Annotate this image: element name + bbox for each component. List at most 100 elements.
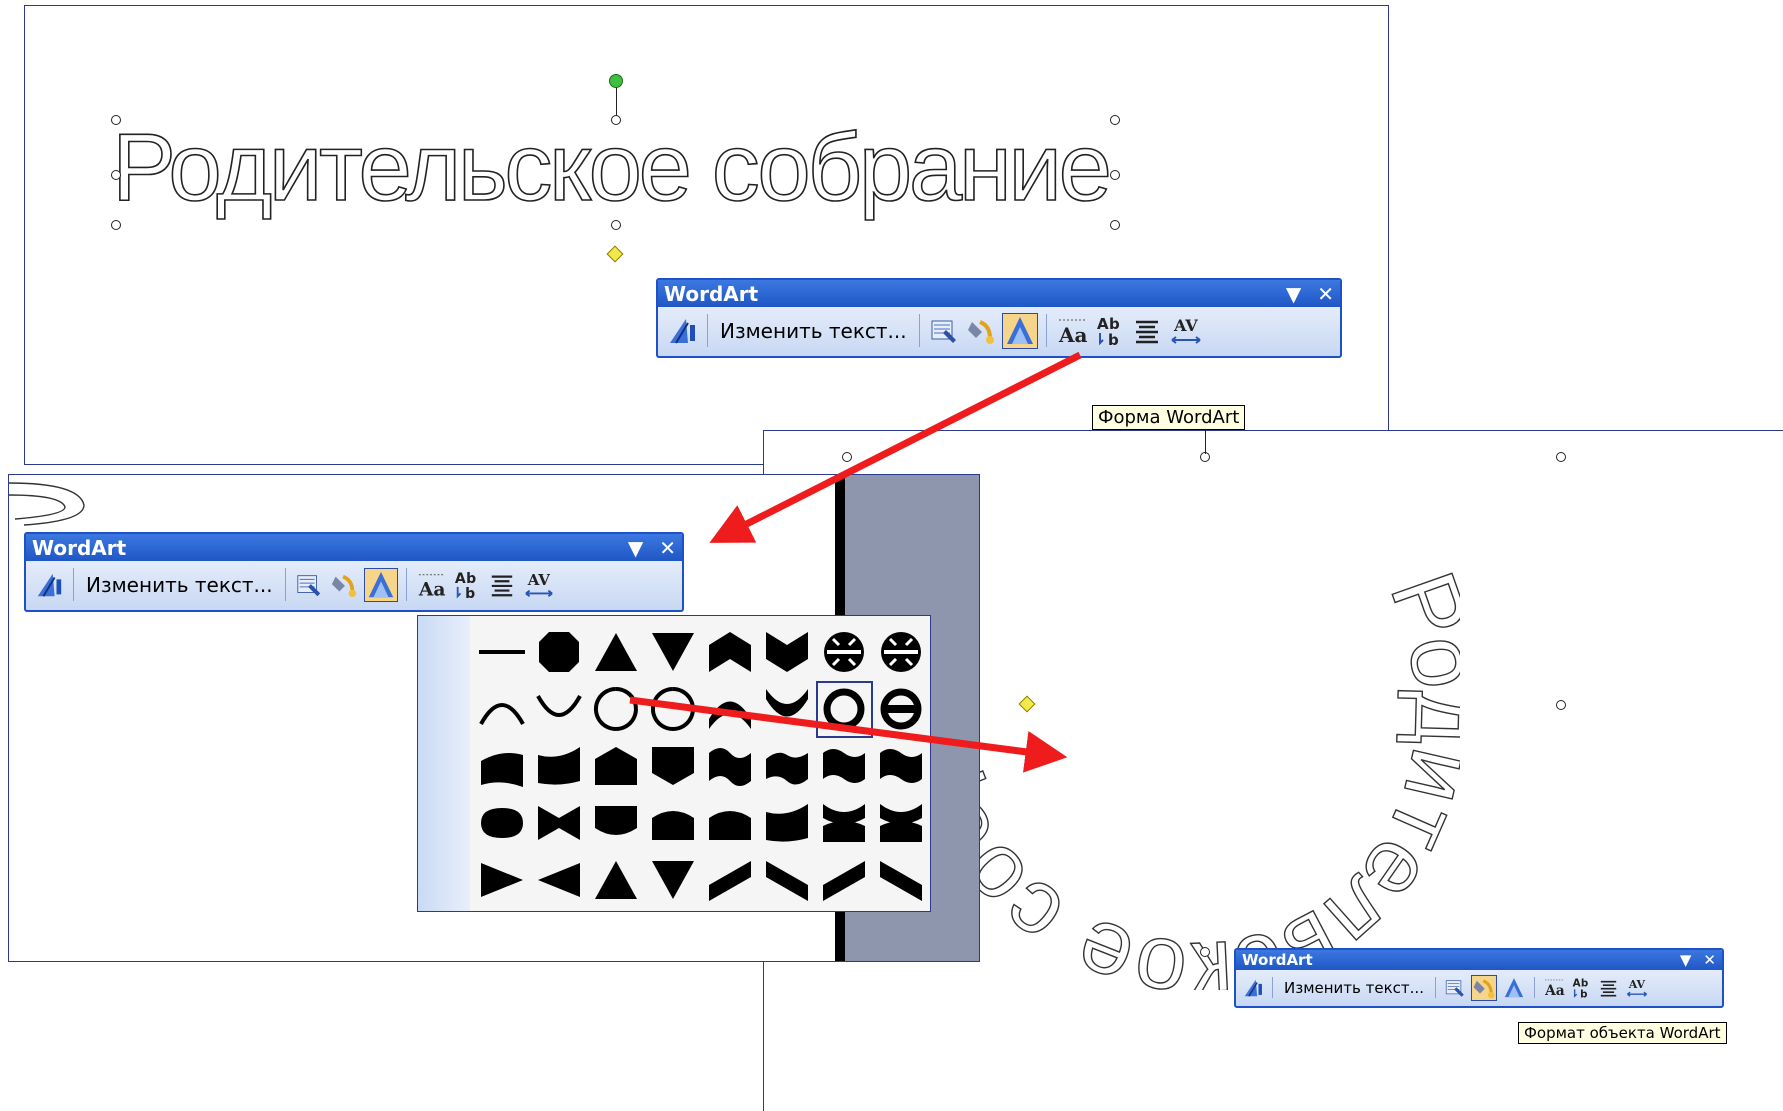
svg-text:b: b	[466, 571, 476, 587]
gallery-icon[interactable]	[929, 316, 959, 346]
gallery-shape-triUp[interactable]	[595, 861, 637, 899]
gallery-shape-ring[interactable]	[594, 687, 638, 731]
gallery-shape-waveB[interactable]	[766, 752, 808, 785]
toolbar-title: WordArt	[1242, 951, 1313, 969]
gallery-shape-archDn[interactable]	[766, 689, 808, 717]
toolbar-separator	[1045, 314, 1047, 347]
selection-handle[interactable]	[611, 220, 621, 230]
selection-handle[interactable]	[1110, 170, 1120, 180]
wordart-toolbar-top[interactable]: WordArt ▼ ✕ Изменить текст... Aa Abb AV	[656, 278, 1342, 358]
format-icon[interactable]	[966, 316, 996, 346]
same-height-icon[interactable]: Aa	[416, 571, 446, 599]
gallery-shape-doubleW[interactable]	[823, 749, 865, 783]
wordart-plain-text[interactable]: Родительское собрание	[100, 112, 1130, 222]
gallery-shape-triDn[interactable]	[652, 861, 694, 899]
close-icon[interactable]: ✕	[1317, 282, 1334, 306]
vertical-text-icon[interactable]: Abb	[453, 570, 481, 600]
gallery-icon[interactable]	[1444, 977, 1466, 999]
toolbar-buttons: Изменить текст... Aa Abb AV	[1236, 970, 1722, 1005]
gallery-shape-thickRing[interactable]	[823, 688, 865, 730]
gallery-shape-slopeDn[interactable]	[766, 861, 808, 901]
dropdown-icon[interactable]: ▼	[1286, 282, 1301, 306]
wordart-toolbar-left[interactable]: WordArt ▼ ✕ Изменить текст... Aa Abb AV	[24, 532, 684, 612]
gallery-shape-slopeUp[interactable]	[823, 861, 865, 901]
svg-text:Aa: Aa	[1544, 983, 1565, 998]
gallery-shape-slantUp[interactable]	[481, 753, 523, 787]
wordart-toolbar-bottom[interactable]: WordArt ▼ ✕ Изменить текст... Aa Abb AV	[1234, 948, 1724, 1008]
spacing-icon[interactable]: AV	[1625, 977, 1649, 999]
shape-icon[interactable]	[1001, 312, 1038, 349]
edit-text-button[interactable]: Изменить текст...	[1281, 979, 1427, 997]
gallery-shape-ringBtn[interactable]	[824, 632, 864, 672]
gallery-shape-trapUp[interactable]	[595, 747, 637, 785]
gallery-shape-chevUp[interactable]	[709, 632, 751, 672]
toolbar-separator	[1434, 977, 1436, 998]
gallery-shape-ring[interactable]	[651, 687, 695, 731]
spacing-icon[interactable]: AV	[1169, 315, 1203, 347]
selection-handle[interactable]	[111, 115, 121, 125]
selection-handle[interactable]	[1110, 115, 1120, 125]
format-icon[interactable]	[1470, 974, 1497, 1001]
format-icon[interactable]	[330, 571, 358, 599]
gallery-shape-waveA[interactable]	[709, 748, 751, 786]
dropdown-icon[interactable]: ▼	[1680, 951, 1692, 969]
selection-handle[interactable]	[111, 220, 121, 230]
edit-text-button[interactable]: Изменить текст...	[717, 319, 910, 343]
toolbar-title: WordArt	[664, 281, 759, 306]
wordart-insert-icon[interactable]	[1242, 977, 1264, 999]
gallery-shape-waveStack[interactable]	[823, 804, 865, 842]
selection-handle[interactable]	[111, 170, 121, 180]
dropdown-icon[interactable]: ▼	[628, 536, 643, 560]
gallery-shape-ellipse[interactable]	[481, 808, 523, 838]
selection-handle[interactable]	[1556, 700, 1566, 710]
selection-handle[interactable]	[1200, 947, 1210, 957]
gallery-shape-waveStack[interactable]	[880, 804, 922, 842]
gallery-shape-archUp[interactable]	[709, 701, 751, 730]
align-icon[interactable]	[1132, 317, 1162, 345]
toolbar-title-bar[interactable]: WordArt ▼ ✕	[658, 280, 1340, 307]
align-icon[interactable]	[1598, 978, 1619, 998]
same-height-icon[interactable]: Aa	[1056, 316, 1088, 346]
gallery-shape-leftTri[interactable]	[538, 863, 580, 897]
rotation-handle[interactable]	[609, 74, 623, 88]
selection-handle[interactable]	[611, 115, 621, 125]
gallery-icon[interactable]	[295, 571, 323, 599]
gallery-shape-arcUp[interactable]	[479, 703, 525, 725]
gallery-shape-slantDn[interactable]	[538, 747, 580, 785]
gallery-shape-slantDn[interactable]	[766, 804, 808, 842]
selection-handle[interactable]	[842, 452, 852, 462]
gallery-shape-arcDn[interactable]	[536, 695, 582, 717]
gallery-shape-bow[interactable]	[538, 806, 580, 840]
same-height-icon[interactable]: Aa	[1543, 977, 1565, 998]
gallery-shape-triUp[interactable]	[595, 633, 637, 671]
wordart-insert-icon[interactable]	[34, 570, 64, 600]
wordart-arched-text[interactable]: Родительское собрание	[900, 430, 1460, 990]
align-icon[interactable]	[488, 572, 516, 598]
gallery-shape-doubleW[interactable]	[880, 749, 922, 783]
gallery-shape-trapDn[interactable]	[652, 747, 694, 785]
gallery-shape-slopeDn[interactable]	[880, 861, 922, 901]
gallery-shape-oct[interactable]	[539, 632, 579, 672]
selection-handle[interactable]	[1110, 220, 1120, 230]
vertical-text-icon[interactable]: Abb	[1095, 315, 1125, 347]
edit-text-button[interactable]: Изменить текст...	[83, 573, 276, 597]
gallery-shape-thickRingBar[interactable]	[880, 688, 922, 730]
gallery-shape-flatTop[interactable]	[595, 806, 637, 835]
vertical-text-icon[interactable]: Abb	[1571, 977, 1592, 998]
toolbar-title-bar[interactable]: WordArt ▼ ✕	[1236, 950, 1722, 970]
shape-icon[interactable]	[363, 567, 398, 602]
gallery-shape-chevDn[interactable]	[766, 632, 808, 672]
toolbar-title-bar[interactable]: WordArt ▼ ✕	[26, 534, 682, 561]
gallery-shape-flatBot[interactable]	[652, 811, 694, 840]
close-icon[interactable]: ✕	[659, 536, 676, 560]
gallery-shape-flatBot[interactable]	[709, 811, 751, 840]
gallery-shape-triDn[interactable]	[652, 633, 694, 671]
wordart-insert-icon[interactable]	[666, 315, 698, 347]
gallery-shape-slopeUp[interactable]	[709, 861, 751, 901]
gallery-shape-rightTri[interactable]	[481, 863, 523, 897]
selection-handle[interactable]	[1556, 452, 1566, 462]
gallery-shape-ringBtn[interactable]	[881, 632, 921, 672]
close-icon[interactable]: ✕	[1703, 951, 1716, 969]
shape-icon[interactable]	[1502, 976, 1526, 1000]
spacing-icon[interactable]: AV	[523, 570, 555, 600]
